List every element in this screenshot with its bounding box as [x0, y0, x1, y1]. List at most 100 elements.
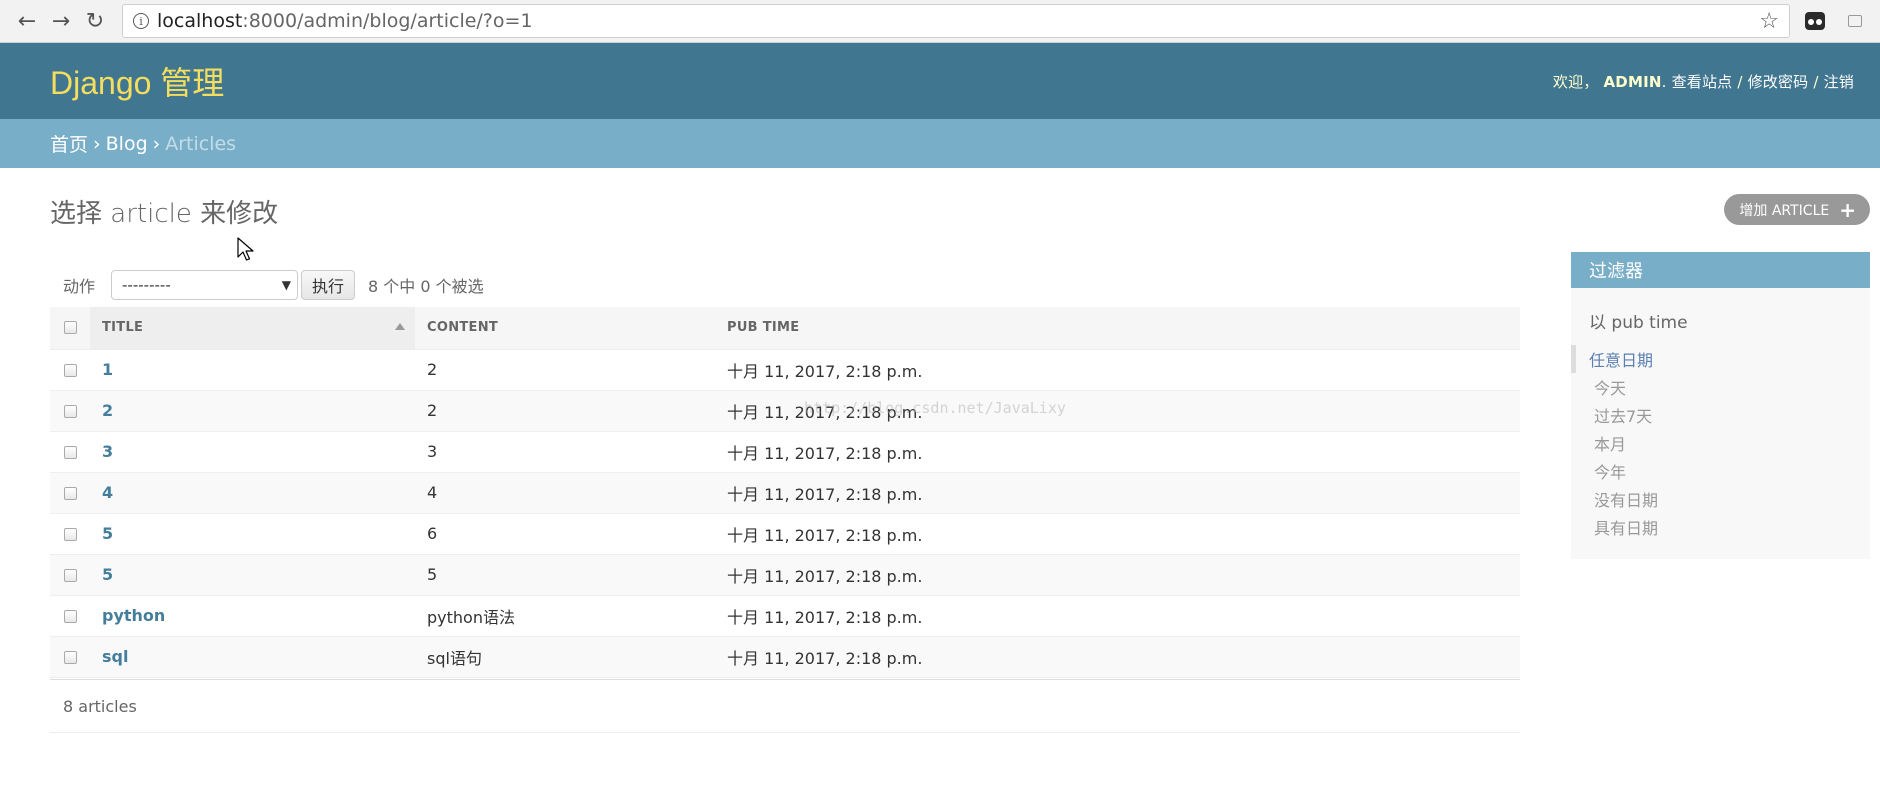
table-row[interactable]: 3 3 十月 11, 2017, 2:18 p.m.	[50, 431, 1520, 473]
row-checkbox[interactable]	[63, 446, 77, 459]
breadcrumb-app[interactable]: Blog	[106, 133, 148, 155]
column-content-label: CONTENT	[427, 320, 499, 336]
change-password-link[interactable]: 修改密码	[1748, 73, 1809, 91]
row-title-cell: 5	[90, 554, 415, 596]
row-pub-time-cell: 十月 11, 2017, 2:18 p.m.	[715, 513, 1520, 555]
table-row[interactable]: 5 6 十月 11, 2017, 2:18 p.m.	[50, 513, 1520, 555]
action-select[interactable]: --------- ▼	[111, 269, 299, 300]
row-checkbox[interactable]	[63, 528, 77, 541]
username: ADMIN	[1603, 72, 1662, 91]
column-header-content[interactable]: CONTENT	[415, 307, 715, 350]
row-pub-time-cell: 十月 11, 2017, 2:18 p.m.	[715, 349, 1520, 391]
row-checkbox-cell	[50, 513, 90, 555]
row-title-cell: python	[90, 595, 415, 637]
row-title-link[interactable]: 2	[102, 401, 113, 420]
filter-option[interactable]: 具有日期	[1571, 513, 1870, 541]
row-title-cell: sql	[90, 636, 415, 678]
select-all-header	[50, 307, 90, 350]
table-row[interactable]: 1 2 十月 11, 2017, 2:18 p.m.	[50, 349, 1520, 391]
row-title-link[interactable]: 4	[102, 483, 113, 502]
column-header-title[interactable]: TITLE	[90, 307, 415, 350]
view-site-link[interactable]: 查看站点	[1672, 73, 1733, 91]
action-label: 动作	[63, 276, 96, 296]
url-host: localhost	[157, 10, 243, 32]
dropdown-caret-icon: ▼	[281, 277, 292, 292]
browser-toolbar: ← → ↻ i localhost:8000/admin/blog/articl…	[0, 0, 1880, 43]
column-title-label: TITLE	[102, 320, 144, 336]
row-content-cell: python语法	[415, 595, 715, 637]
filter-option[interactable]: 任意日期	[1571, 345, 1870, 373]
filter-option[interactable]: 本月	[1571, 429, 1870, 457]
row-title-link[interactable]: 5	[102, 524, 113, 543]
filter-option[interactable]: 今天	[1571, 373, 1870, 401]
site-branding[interactable]: Django 管理	[50, 58, 224, 104]
back-arrow-icon[interactable]: ←	[10, 4, 44, 38]
row-content-cell: 4	[415, 472, 715, 514]
row-checkbox[interactable]	[63, 364, 77, 377]
table-row[interactable]: 5 5 十月 11, 2017, 2:18 p.m.	[50, 554, 1520, 596]
row-title-link[interactable]: sql	[102, 647, 128, 666]
sort-ascending-icon[interactable]	[395, 323, 405, 330]
row-title-link[interactable]: 5	[102, 565, 113, 584]
url-path: :8000/admin/blog/article/?o=1	[242, 10, 533, 32]
extension-mask-icon[interactable]	[1800, 6, 1830, 36]
breadcrumb: 首页 › Blog › Articles	[0, 119, 1880, 168]
row-checkbox[interactable]	[63, 610, 77, 623]
bookmark-star-icon[interactable]: ☆	[1759, 9, 1779, 34]
row-checkbox-cell	[50, 472, 90, 514]
row-pub-time-cell: 十月 11, 2017, 2:18 p.m.	[715, 554, 1520, 596]
table-row[interactable]: 4 4 十月 11, 2017, 2:18 p.m.	[50, 472, 1520, 514]
column-header-pub-time[interactable]: PUB TIME	[715, 307, 1520, 350]
row-pub-time-cell: 十月 11, 2017, 2:18 p.m.	[715, 636, 1520, 678]
row-checkbox[interactable]	[63, 651, 77, 664]
table-row[interactable]: sql sql语句 十月 11, 2017, 2:18 p.m.	[50, 636, 1520, 678]
row-content-cell: 3	[415, 431, 715, 473]
extension-window-icon[interactable]	[1840, 6, 1870, 36]
address-bar[interactable]: i localhost:8000/admin/blog/article/?o=1…	[122, 4, 1790, 38]
plus-icon: +	[1839, 197, 1856, 222]
admin-header: Django 管理 欢迎， ADMIN. 查看站点 / 修改密码 / 注销	[0, 43, 1880, 119]
row-checkbox-cell	[50, 636, 90, 678]
row-title-link[interactable]: 3	[102, 442, 113, 461]
table-row[interactable]: python python语法 十月 11, 2017, 2:18 p.m.	[50, 595, 1520, 637]
user-tools-separator: /	[1808, 72, 1824, 91]
row-checkbox[interactable]	[63, 405, 77, 418]
filter-sidebar: 过滤器 以 pub time 任意日期 今天 过去7天 本月 今年 没有日期 具有日期	[1571, 252, 1870, 559]
row-checkbox[interactable]	[63, 569, 77, 582]
select-all-checkbox[interactable]	[63, 321, 77, 335]
filter-option[interactable]: 没有日期	[1571, 485, 1870, 513]
row-content-cell: 2	[415, 349, 715, 391]
add-article-button[interactable]: 增加 ARTICLE +	[1724, 194, 1870, 225]
row-content-cell: 2	[415, 390, 715, 432]
info-icon[interactable]: i	[133, 13, 149, 29]
filter-title: 过滤器	[1571, 252, 1870, 288]
mouse-cursor-icon	[237, 237, 254, 261]
filter-option[interactable]: 过去7天	[1571, 401, 1870, 429]
filter-option[interactable]: 今年	[1571, 457, 1870, 485]
table-header-row: TITLE CONTENT PUB TIME	[50, 307, 1520, 350]
table-row[interactable]: 2 2 十月 11, 2017, 2:18 p.m.	[50, 390, 1520, 432]
breadcrumb-home[interactable]: 首页	[50, 130, 88, 157]
forward-arrow-icon[interactable]: →	[44, 4, 78, 38]
row-checkbox-cell	[50, 431, 90, 473]
row-title-cell: 5	[90, 513, 415, 555]
row-checkbox[interactable]	[63, 487, 77, 500]
action-select-value: ---------	[122, 275, 171, 294]
row-content-cell: sql语句	[415, 636, 715, 678]
filter-subtitle: 以 pub time	[1589, 313, 1688, 333]
row-title-cell: 3	[90, 431, 415, 473]
breadcrumb-separator: ›	[152, 132, 161, 155]
actions-bar: 动作 --------- ▼ 执行 8 个中 0 个被选	[50, 263, 1520, 306]
row-title-cell: 4	[90, 472, 415, 514]
row-checkbox-cell	[50, 390, 90, 432]
row-title-cell: 2	[90, 390, 415, 432]
row-title-link[interactable]: 1	[102, 360, 113, 379]
run-action-button[interactable]: 执行	[301, 269, 356, 300]
row-pub-time-cell: 十月 11, 2017, 2:18 p.m.	[715, 472, 1520, 514]
logout-link[interactable]: 注销	[1824, 73, 1854, 91]
row-title-link[interactable]: python	[102, 606, 165, 625]
reload-icon[interactable]: ↻	[78, 4, 112, 38]
breadcrumb-current: Articles	[165, 132, 237, 155]
row-checkbox-cell	[50, 349, 90, 391]
user-tools-separator: /	[1732, 72, 1748, 91]
